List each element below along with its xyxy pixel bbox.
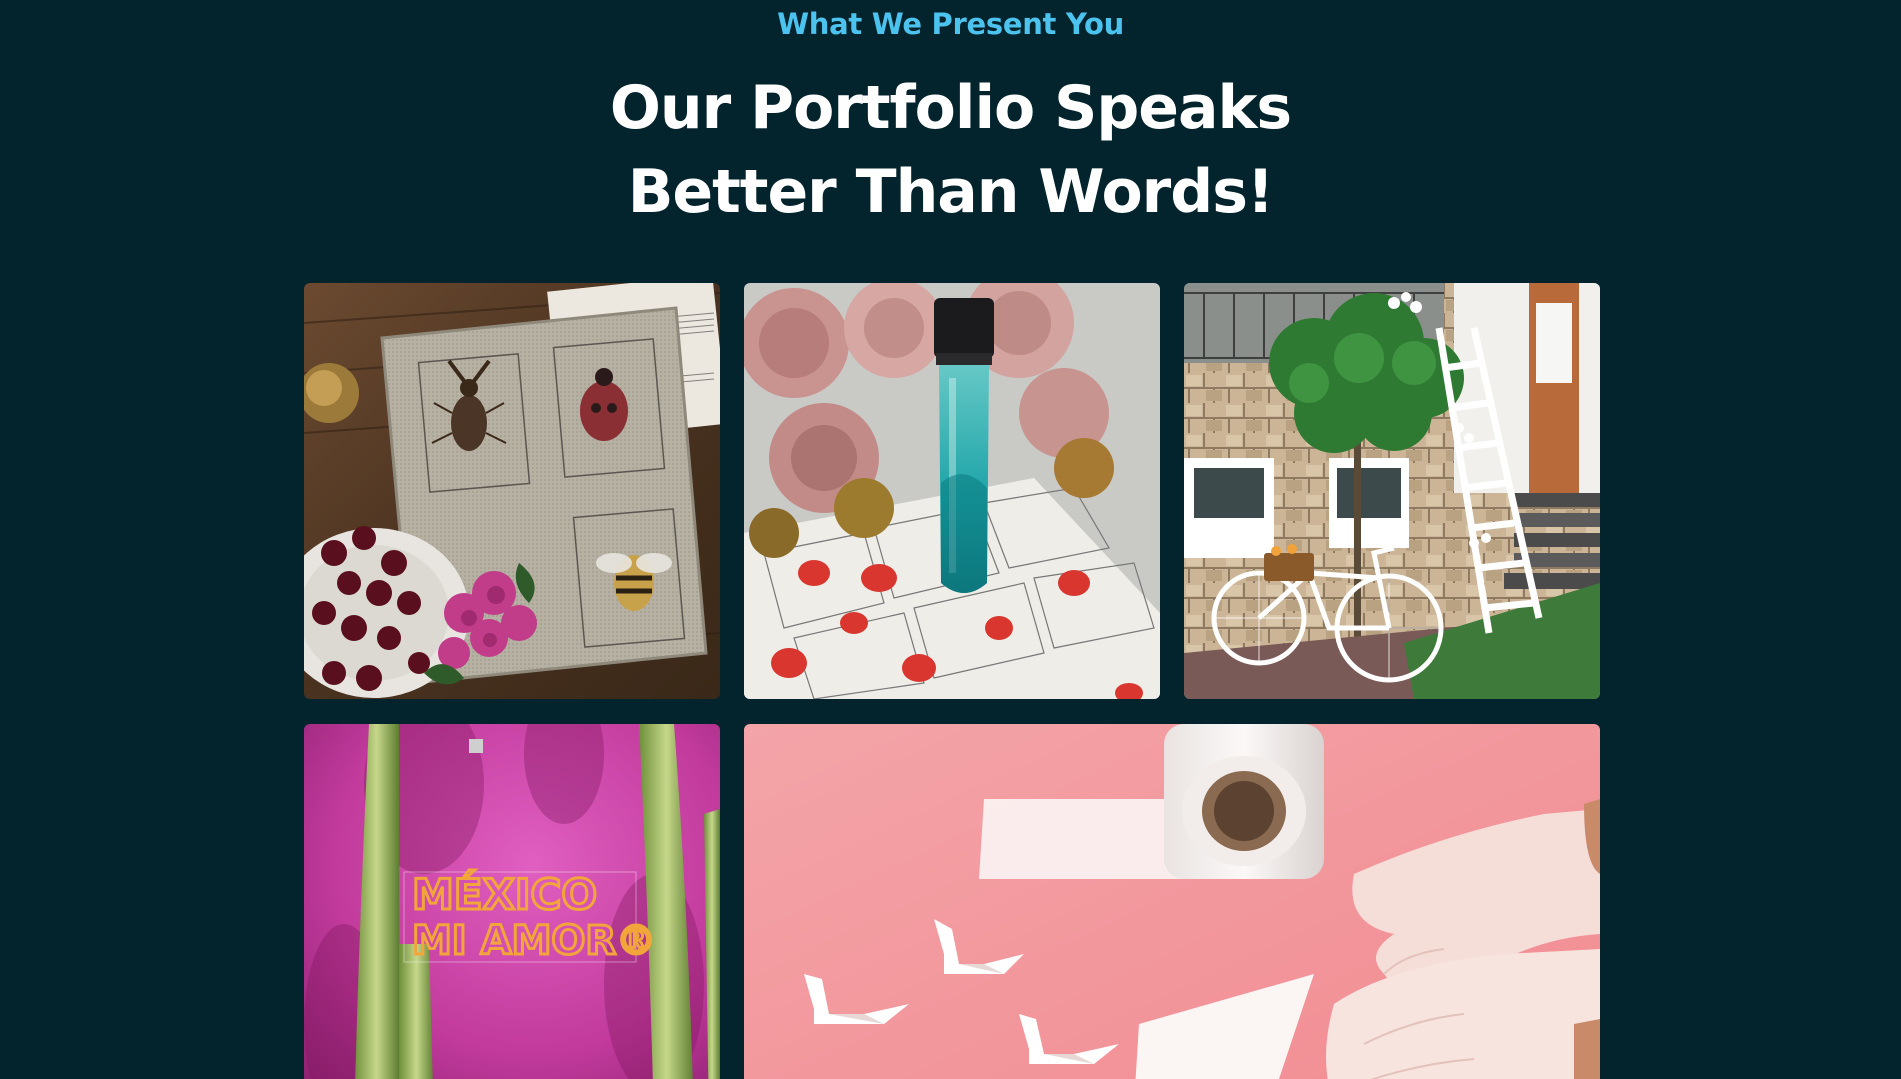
portfolio-item-perfume[interactable]: [744, 283, 1160, 699]
portfolio-image-perfume: [744, 283, 1160, 699]
portfolio-image-neon-sign: MÉXICO MI AMOR®: [304, 724, 720, 1079]
section-heading: Our Portfolio Speaks Better Than Words!: [0, 66, 1901, 234]
portfolio-item-bicycle[interactable]: [1184, 283, 1600, 699]
portfolio-image-origami: [744, 724, 1600, 1079]
neon-sign-text-2: MI AMOR®: [412, 918, 656, 964]
portfolio-item-neon-sign[interactable]: MÉXICO MI AMOR®: [304, 724, 720, 1079]
section-eyebrow: What We Present You: [777, 7, 1124, 41]
portfolio-item-origami[interactable]: [744, 724, 1600, 1079]
portfolio-image-insect-cards: [304, 283, 720, 699]
portfolio-item-insect-cards[interactable]: [304, 283, 720, 699]
section-heading-line-2: Better Than Words!: [627, 157, 1275, 227]
portfolio-section: What We Present You Our Portfolio Speaks…: [0, 0, 1901, 1079]
portfolio-image-bicycle: [1184, 283, 1600, 699]
section-heading-line-1: Our Portfolio Speaks: [609, 73, 1292, 143]
neon-sign-text-1: MÉXICO: [412, 869, 597, 919]
